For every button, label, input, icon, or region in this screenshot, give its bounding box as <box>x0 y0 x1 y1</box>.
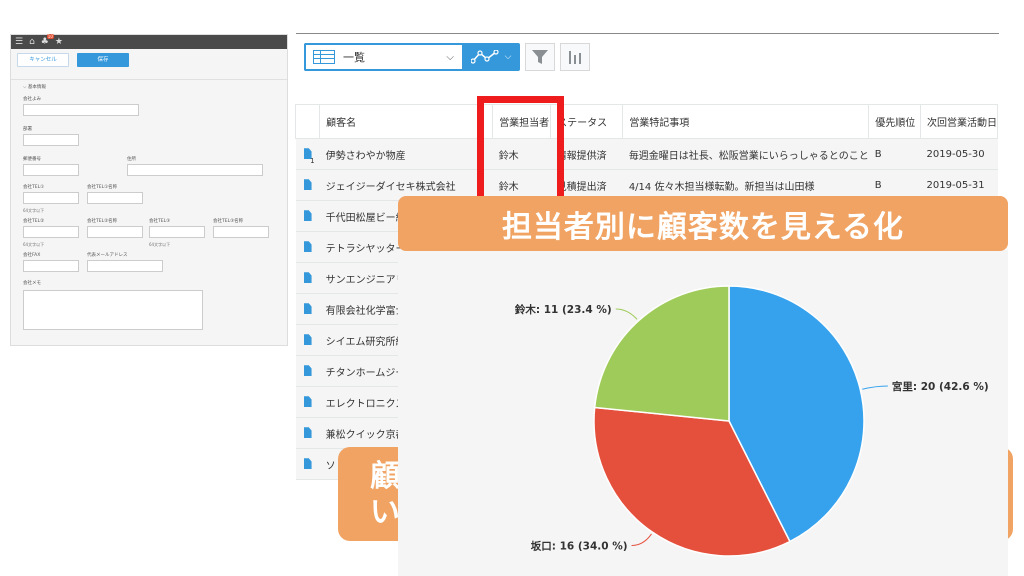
form-topbar: ☰ ⌂ ♣ 10 ★ <box>11 34 287 49</box>
record-detail-link[interactable] <box>295 355 320 387</box>
header-divider <box>296 33 999 34</box>
document-icon <box>303 396 312 408</box>
cell-next-activity-date: 2019-05-30 <box>920 138 998 170</box>
pie-data-label: 鈴木: 11 (23.4 %) <box>515 303 612 316</box>
chevron-down-icon: ⌵ <box>446 51 454 63</box>
pie-chart: 宮里: 20 (42.6 %) 坂口: 16 (34.0 %) 鈴木: 11 (23… <box>515 285 989 557</box>
pie-label-connector <box>862 385 888 390</box>
column-header-customer-name[interactable]: 顧客名 <box>319 104 494 139</box>
chevron-down-icon: ⌵ <box>504 52 512 62</box>
record-detail-link[interactable] <box>295 417 320 449</box>
filter-funnel-icon <box>532 50 548 64</box>
cell-priority: B <box>868 138 921 170</box>
home-icon[interactable]: ⌂ <box>29 35 35 49</box>
notification-count-badge: 10 <box>46 34 54 39</box>
fax-input[interactable] <box>23 260 79 272</box>
notification-bell-icon[interactable]: ♣ 10 <box>41 34 54 49</box>
address-input[interactable] <box>127 164 263 176</box>
record-detail-link[interactable] <box>295 386 320 418</box>
view-selector-label: 一覧 <box>343 51 365 64</box>
cell-sales-notes: 毎週金曜日は社長、松阪営業にいらっしゃるとのこと <box>622 138 869 170</box>
tel1-label: 会社TEL① <box>23 185 45 190</box>
menu-icon[interactable]: ☰ <box>15 35 23 49</box>
document-icon <box>303 458 312 470</box>
caption-banner-title: 担当者別に顧客数を見える化 <box>501 209 905 245</box>
graph-selector[interactable]: ⌵ <box>462 43 520 71</box>
tel1-input[interactable] <box>23 192 79 204</box>
pie-label-connector <box>631 533 652 546</box>
column-header-priority[interactable]: 優先順位 <box>868 104 921 139</box>
tel2-name-label: 会社TEL②名称 <box>87 219 118 224</box>
document-icon <box>303 365 312 377</box>
record-detail-link[interactable] <box>295 262 320 294</box>
postal-code-label: 郵便番号 <box>23 157 41 162</box>
char-limit-note: 64文字以下 <box>23 208 45 213</box>
form-body: ⌵ 基本情報 会社よみ 部署 郵便番号 住所 会社TEL① 会社TEL①名称 6… <box>11 79 287 345</box>
document-icon <box>303 334 312 346</box>
section-toggle-basic-info[interactable]: ⌵ 基本情報 <box>23 84 46 90</box>
record-detail-link[interactable] <box>295 293 320 325</box>
filter-button[interactable] <box>525 43 555 71</box>
column-header-next-activity-date[interactable]: 次回営業活動日 <box>920 104 998 139</box>
record-detail-link[interactable] <box>295 231 320 263</box>
pie-data-label: 宮里: 20 (42.6 %) <box>892 380 989 393</box>
tel1-name-label: 会社TEL①名称 <box>87 185 118 190</box>
cancel-button[interactable]: キャンセル <box>17 53 69 67</box>
memo-textarea[interactable] <box>23 290 203 330</box>
pie-data-label: 坂口: 16 (34.0 %) <box>531 539 628 552</box>
rep-email-input[interactable] <box>87 260 163 272</box>
save-button[interactable]: 保存 <box>77 53 129 67</box>
pie-chart-panel: 宮里: 20 (42.6 %) 坂口: 16 (34.0 %) 鈴木: 11 (23… <box>398 250 1008 576</box>
sales-rep-column-highlight <box>477 96 564 206</box>
graph-button[interactable] <box>560 43 590 71</box>
favorite-star-icon[interactable]: ★ <box>55 35 63 49</box>
caption-banner: 担当者別に顧客数を見える化 <box>398 196 1008 251</box>
table-row[interactable]: 1 伊勢さわやか物産 鈴木 情報提供済 毎週金曜日は社長、松阪営業にいらっしゃるとのこと… <box>295 138 998 170</box>
table-view-icon <box>313 50 335 64</box>
char-limit-note: 64文字以下 <box>149 242 171 247</box>
company-kana-input[interactable] <box>23 104 139 116</box>
tel2-name-input[interactable] <box>87 226 143 238</box>
company-kana-label: 会社よみ <box>23 97 41 102</box>
line-graph-icon <box>470 50 499 64</box>
record-detail-link[interactable] <box>295 448 320 480</box>
pie-slice-2[interactable] <box>593 285 730 422</box>
record-detail-link[interactable] <box>295 169 320 201</box>
tel2-label: 会社TEL② <box>23 219 45 224</box>
document-icon <box>303 427 312 439</box>
postal-code-input[interactable] <box>23 164 79 176</box>
department-label: 部署 <box>23 127 32 132</box>
department-input[interactable] <box>23 134 79 146</box>
tel1-name-input[interactable] <box>87 192 143 204</box>
tel3-name-input[interactable] <box>213 226 269 238</box>
tel3-name-label: 会社TEL③名称 <box>213 219 244 224</box>
bar-chart-icon <box>569 51 581 64</box>
document-icon <box>303 272 312 284</box>
char-limit-note: 64文字以下 <box>23 242 45 247</box>
tel3-input[interactable] <box>149 226 205 238</box>
table-header-icon-column <box>294 104 321 139</box>
document-icon <box>303 210 312 222</box>
document-icon <box>303 179 312 191</box>
tel2-input[interactable] <box>23 226 79 238</box>
view-selector[interactable]: 一覧 ⌵ <box>304 43 462 71</box>
record-edit-form-window: ☰ ⌂ ♣ 10 ★ キャンセル 保存 ⌵ 基本情報 会社よみ 部署 郵便番号 住… <box>10 34 288 346</box>
document-icon <box>303 303 312 315</box>
address-label: 住所 <box>127 157 136 162</box>
record-detail-link[interactable] <box>295 200 320 232</box>
record-detail-link[interactable] <box>295 324 320 356</box>
column-header-sales-notes[interactable]: 営業特記事項 <box>622 104 870 139</box>
row-number: 1 <box>310 157 315 165</box>
fax-label: 会社FAX <box>23 253 41 258</box>
tel3-label: 会社TEL③ <box>149 219 171 224</box>
rep-email-label: 代表メールアドレス <box>87 253 128 258</box>
section-label: 基本情報 <box>27 85 46 90</box>
document-icon <box>303 241 312 253</box>
pie-label-connector <box>615 308 638 320</box>
cell-customer-name: 伊勢さわやか物産 <box>319 138 493 170</box>
memo-label: 会社メモ <box>23 281 41 286</box>
form-toolbar: キャンセル 保存 <box>11 49 287 69</box>
table-header-row: 顧客名 営業担当者 ステータス 営業特記事項 優先順位 次回営業活動日 <box>294 104 998 139</box>
record-detail-link[interactable]: 1 <box>295 138 320 170</box>
